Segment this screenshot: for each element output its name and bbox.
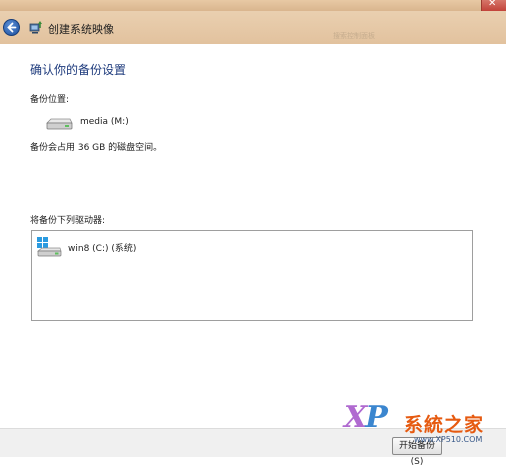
back-arrow-icon	[7, 22, 17, 33]
hard-drive-icon	[46, 118, 73, 130]
drives-list-label: 将备份下列驱动器:	[30, 216, 106, 226]
backup-app-icon	[29, 21, 42, 34]
windows-drive-icon	[36, 237, 62, 257]
close-icon: ✕	[488, 0, 497, 9]
watermark-url: www.XP510.COM	[414, 435, 483, 444]
target-drive-name: media (M:)	[80, 117, 129, 127]
search-box-hint[interactable]: 搜索控制面板	[333, 31, 393, 40]
space-required-note: 备份会占用 36 GB 的磁盘空间。	[30, 143, 163, 153]
list-item[interactable]: win8 (C:) (系统)	[36, 236, 236, 258]
drives-list[interactable]: win8 (C:) (系统)	[31, 230, 473, 321]
backup-location-label: 备份位置:	[30, 95, 70, 105]
close-button[interactable]: ✕	[481, 0, 506, 11]
page-heading: 确认你的备份设置	[30, 63, 127, 77]
drive-item-label: win8 (C:) (系统)	[68, 244, 137, 254]
window-title: 创建系统映像	[48, 23, 114, 36]
watermark-logo: XP	[344, 400, 388, 435]
window-frame-top	[0, 0, 506, 11]
watermark-chinese: 系統之家	[404, 414, 485, 436]
watermark: XP 系統之家 www.XP510.COM	[344, 398, 506, 456]
back-button[interactable]	[3, 19, 20, 36]
